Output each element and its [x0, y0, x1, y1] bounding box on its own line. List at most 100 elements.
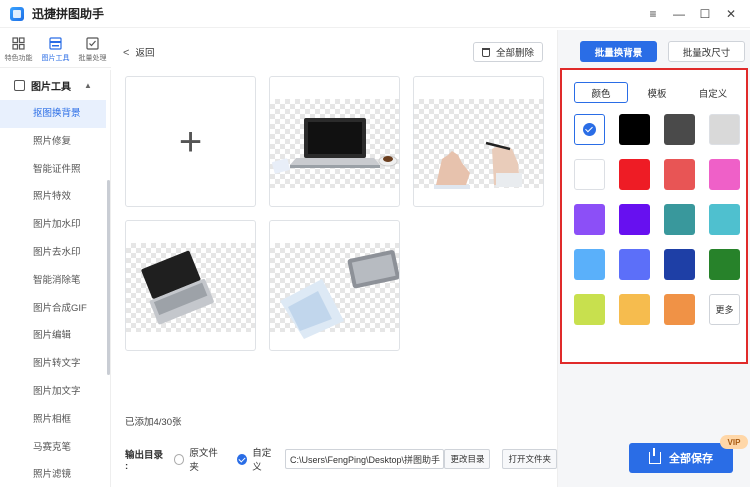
image-tool-icon	[14, 79, 25, 91]
category-label: 特色功能	[4, 55, 33, 62]
sidebar-item[interactable]: 图片加文字	[0, 378, 110, 406]
color-swatch-grid: 更多	[574, 114, 740, 325]
custom-folder-label: 自定义	[252, 448, 272, 473]
tab-batch-resize[interactable]: 批量改尺寸	[668, 41, 745, 62]
color-swatch[interactable]	[664, 294, 695, 325]
color-swatch[interactable]	[709, 159, 740, 190]
color-swatch[interactable]	[709, 204, 740, 235]
background-color-panel: 颜色 模板 自定义 更多	[560, 68, 748, 364]
sidebar: 图片工具 ▲ 抠图换背景 照片修复 智能证件照 照片特效 图片加水印 图片去水印 智能消除笔…	[0, 70, 111, 487]
change-directory-button[interactable]: 更改目录	[444, 449, 491, 469]
radio-original-folder[interactable]	[174, 453, 185, 465]
add-image-tile[interactable]: +	[125, 76, 256, 207]
maximize-button[interactable]: ☐	[692, 7, 718, 21]
output-path-input[interactable]	[284, 449, 445, 469]
color-swatch[interactable]	[664, 159, 695, 190]
back-button[interactable]: < 返回	[123, 45, 154, 59]
category-image-tools[interactable]: 图片工具	[37, 30, 74, 67]
app-title: 迅捷拼图助手	[32, 7, 105, 21]
sidebar-item[interactable]: 马赛克笔	[0, 434, 110, 462]
sidebar-scrollbar[interactable]	[107, 180, 110, 375]
vip-badge: VIP	[720, 435, 748, 449]
chevron-up-icon: ▲	[84, 80, 92, 90]
sidebar-item[interactable]: 图片编辑	[0, 322, 110, 350]
sidebar-item[interactable]: 图片转文字	[0, 350, 110, 378]
image-count-text: 已添加4/30张	[125, 417, 182, 428]
back-label: 返回	[135, 48, 155, 59]
batch-icon	[86, 37, 99, 50]
image-thumbnail[interactable]	[413, 76, 544, 207]
output-label: 输出目录 :	[125, 449, 164, 472]
color-swatch[interactable]	[709, 114, 740, 145]
tab-batch-background[interactable]: 批量换背景	[580, 41, 657, 62]
delete-all-button[interactable]: 全部删除	[472, 42, 543, 62]
hands-image	[434, 141, 522, 189]
sidebar-item[interactable]: 照片修复	[0, 128, 110, 156]
trash-icon	[481, 47, 490, 57]
sidebar-item[interactable]: 智能证件照	[0, 156, 110, 184]
color-swatch[interactable]	[709, 249, 740, 280]
tab-color[interactable]: 颜色	[574, 82, 628, 103]
chevron-left-icon: <	[123, 47, 130, 59]
laptop-image	[271, 118, 398, 174]
color-swatch[interactable]	[664, 249, 695, 280]
color-swatch[interactable]	[574, 249, 605, 280]
color-swatch[interactable]	[574, 204, 605, 235]
sidebar-section-header[interactable]: 图片工具 ▲	[0, 70, 110, 100]
close-button[interactable]: ✕	[718, 7, 744, 21]
radio-custom-folder[interactable]	[237, 453, 248, 465]
grid-icon	[12, 37, 25, 50]
sidebar-item[interactable]: 抠图换背景	[0, 100, 106, 128]
color-swatch[interactable]	[574, 159, 605, 190]
minimize-button[interactable]: —	[666, 7, 692, 21]
sidebar-item[interactable]: 照片相框	[0, 406, 110, 434]
title-bar: 迅捷拼图助手 ≡ — ☐ ✕	[0, 0, 750, 28]
color-swatch[interactable]	[619, 249, 650, 280]
image-tool-icon	[49, 37, 62, 50]
main-area: < 返回 全部删除 + 已添加4/30张 输出目录: 原文件夹 自定义 C:\…	[111, 30, 557, 487]
check-icon	[583, 123, 596, 136]
category-batch[interactable]: 批量处理	[74, 30, 111, 67]
output-directory-row: 输出目录 : 原文件夹 自定义 更改目录 打开文件夹	[125, 448, 557, 473]
category-featured[interactable]: 特色功能	[0, 30, 37, 67]
app-logo-icon	[10, 6, 24, 21]
sidebar-item[interactable]: 图片去水印	[0, 239, 110, 267]
download-icon	[649, 448, 661, 464]
keyboard-papers-image	[280, 250, 399, 339]
color-swatch[interactable]	[574, 294, 605, 325]
image-thumbnail[interactable]	[269, 76, 400, 207]
batch-mode-tabs: 批量换背景 批量改尺寸	[580, 41, 745, 62]
sidebar-item[interactable]: 图片合成GIF	[0, 295, 110, 323]
open-folder-button[interactable]: 打开文件夹	[502, 449, 557, 469]
tab-custom[interactable]: 自定义	[686, 82, 740, 103]
color-source-tabs: 颜色 模板 自定义	[574, 82, 740, 103]
tilted-laptop-image	[141, 250, 214, 325]
tab-template[interactable]: 模板	[630, 82, 684, 103]
color-swatch[interactable]	[664, 114, 695, 145]
original-folder-label: 原文件夹	[189, 448, 218, 473]
image-thumbnail[interactable]	[125, 220, 256, 351]
color-swatch[interactable]	[574, 114, 605, 145]
category-label: 图片工具	[41, 55, 70, 62]
color-swatch[interactable]	[619, 114, 650, 145]
sidebar-header-label: 图片工具	[31, 81, 71, 93]
sidebar-item[interactable]: 图片加水印	[0, 211, 110, 239]
color-swatch[interactable]	[619, 204, 650, 235]
menu-icon[interactable]: ≡	[640, 7, 666, 21]
sidebar-item[interactable]: 照片滤镜	[0, 461, 110, 487]
sidebar-item[interactable]: 照片特效	[0, 183, 110, 211]
color-swatch[interactable]	[664, 204, 695, 235]
image-thumbnail[interactable]	[269, 220, 400, 351]
window-controls: ≡ — ☐ ✕	[640, 0, 744, 28]
color-swatch[interactable]	[619, 294, 650, 325]
save-all-button[interactable]: 全部保存	[629, 443, 733, 473]
category-switcher: 特色功能 图片工具 批量处理	[0, 30, 111, 68]
right-panel: 批量换背景 批量改尺寸 颜色 模板 自定义 更多 全部保存 VIP	[557, 30, 750, 487]
delete-all-label: 全部删除	[495, 48, 534, 59]
more-colors-button[interactable]: 更多	[709, 294, 740, 325]
category-label: 批量处理	[78, 55, 107, 62]
save-all-label: 全部保存	[669, 453, 713, 465]
plus-icon: +	[178, 119, 203, 164]
sidebar-item[interactable]: 智能消除笔	[0, 267, 110, 295]
color-swatch[interactable]	[619, 159, 650, 190]
